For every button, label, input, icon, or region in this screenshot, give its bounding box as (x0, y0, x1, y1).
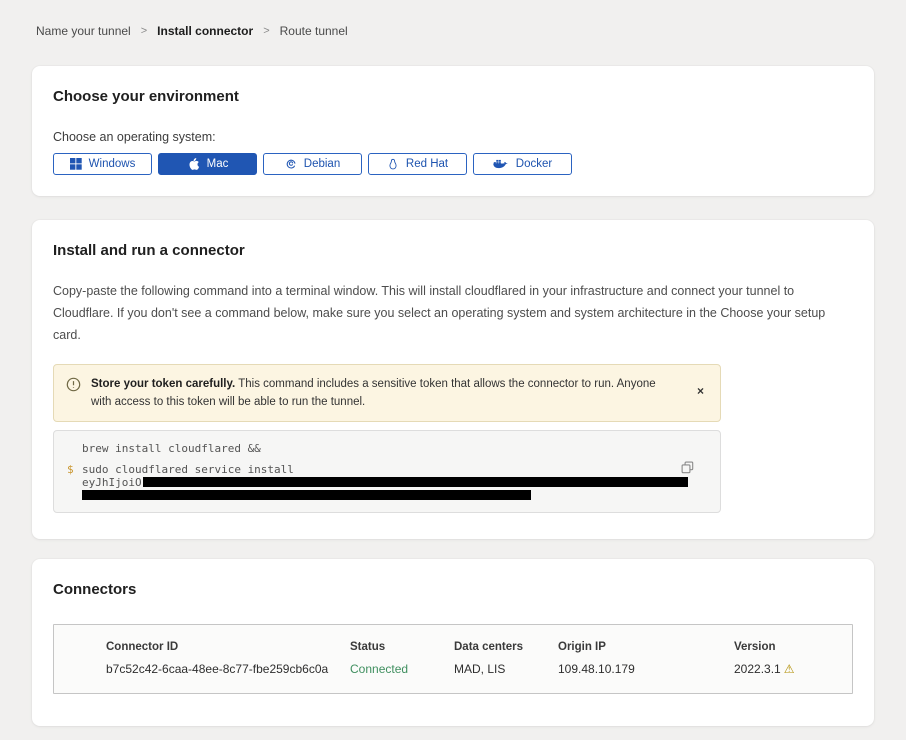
os-button-label: Red Hat (406, 158, 448, 170)
token-warning-title: Store your token carefully. (91, 378, 235, 390)
token-prefix: eyJhIjoiO (82, 476, 142, 489)
apple-icon (187, 157, 200, 171)
breadcrumb-separator: > (141, 25, 147, 37)
os-button-docker[interactable]: Docker (473, 153, 572, 175)
docker-icon (493, 158, 509, 170)
debian-icon (285, 158, 297, 170)
connectors-table: Connector ID Status Data centers Origin … (53, 624, 853, 694)
windows-icon (70, 158, 82, 170)
column-header-version: Version (734, 641, 852, 653)
column-header-connector-id: Connector ID (106, 641, 350, 653)
version-warning-icon[interactable]: ⚠ (784, 662, 795, 676)
os-button-label: Mac (207, 158, 229, 170)
column-header-data-centers: Data centers (454, 641, 558, 653)
column-header-status: Status (350, 641, 454, 653)
column-header-origin-ip: Origin IP (558, 641, 734, 653)
token-redaction-bar (143, 477, 688, 487)
shell-prompt: $ (67, 463, 74, 476)
code-line-brew: brew install cloudflared && (54, 442, 680, 455)
token-warning-text: Store your token carefully. This command… (91, 375, 683, 412)
version-value: 2022.3.1 (734, 662, 781, 676)
breadcrumb-step-route-tunnel[interactable]: Route tunnel (280, 24, 348, 38)
environment-card-title: Choose your environment (53, 88, 853, 105)
os-select-label: Choose an operating system: (53, 130, 853, 144)
close-icon[interactable]: × (693, 383, 708, 399)
breadcrumb-step-name-tunnel[interactable]: Name your tunnel (36, 24, 131, 38)
origin-ip-value: 109.48.10.179 (558, 662, 734, 676)
code-line-service-install: $sudo cloudflared service install (54, 463, 680, 476)
install-description: Copy-paste the following command into a … (53, 281, 853, 347)
breadcrumb-step-install-connector[interactable]: Install connector (157, 24, 253, 38)
connector-id-value: b7c52c42-6caa-48ee-8c77-fbe259cb6c0a (106, 662, 350, 676)
os-button-redhat[interactable]: Red Hat (368, 153, 467, 175)
os-button-debian[interactable]: Debian (263, 153, 362, 175)
os-button-label: Windows (89, 158, 136, 170)
os-button-group: Windows Mac Debian (53, 153, 853, 175)
os-button-mac[interactable]: Mac (158, 153, 257, 175)
breadcrumb-separator: > (263, 25, 269, 37)
os-button-windows[interactable]: Windows (53, 153, 152, 175)
status-badge: Connected (350, 662, 454, 676)
data-centers-value: MAD, LIS (454, 662, 558, 676)
connectors-card-title: Connectors (53, 581, 853, 598)
token-redaction-bar (82, 490, 531, 500)
environment-card: Choose your environment Choose an operat… (32, 66, 874, 196)
connectors-card: Connectors Connector ID Status Data cent… (32, 559, 874, 726)
version-cell: 2022.3.1⚠ (734, 662, 852, 676)
code-line-token: eyJhIjoiO (54, 476, 680, 489)
tunnel-setup-page: Name your tunnel > Install connector > R… (0, 0, 906, 740)
install-card-title: Install and run a connector (53, 242, 853, 259)
install-connector-card: Install and run a connector Copy-paste t… (32, 220, 874, 539)
code-line-token-2 (54, 489, 680, 500)
copy-icon[interactable] (679, 459, 696, 479)
info-icon (66, 377, 81, 397)
install-command-codeblock: brew install cloudflared && $sudo cloudf… (53, 430, 721, 513)
os-button-label: Debian (304, 158, 340, 170)
redhat-icon (387, 158, 399, 171)
os-button-label: Docker (516, 158, 552, 170)
token-warning-banner: Store your token carefully. This command… (53, 364, 721, 423)
breadcrumb: Name your tunnel > Install connector > R… (0, 0, 906, 38)
